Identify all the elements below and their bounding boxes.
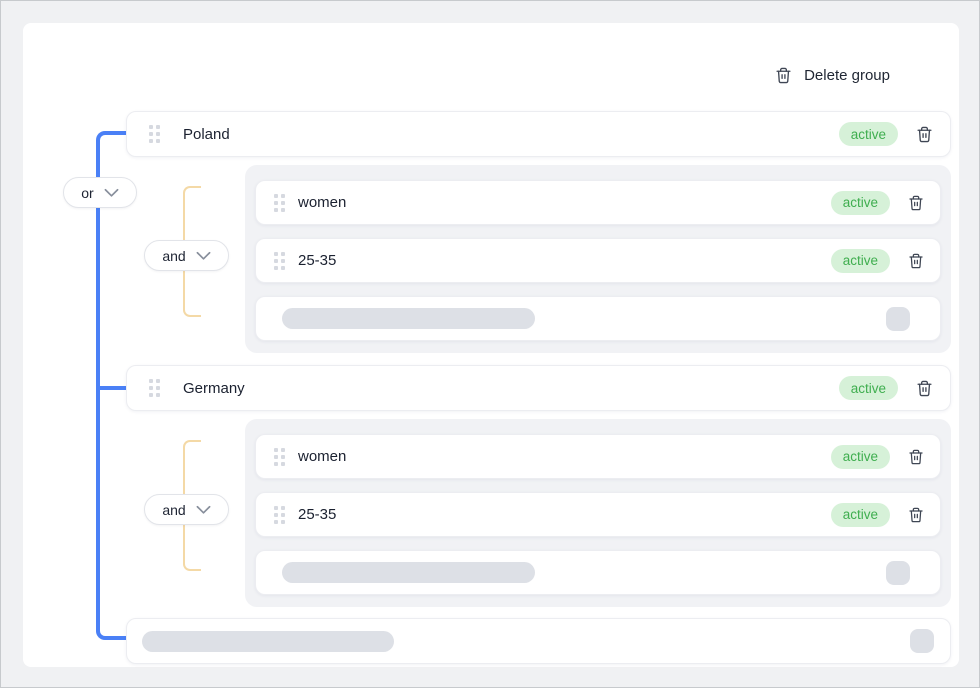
- status-badge: active: [831, 249, 890, 273]
- delete-row-button[interactable]: [916, 379, 933, 398]
- root-operator-value: or: [81, 185, 93, 201]
- skeleton-placeholder-dot: [910, 629, 934, 653]
- group-operator-value: and: [162, 248, 185, 264]
- chevron-down-icon: [104, 188, 119, 198]
- condition-name: 25-35: [298, 506, 336, 523]
- skeleton-placeholder-dot: [886, 561, 910, 585]
- group-operator-select[interactable]: and: [144, 494, 229, 525]
- trash-icon: [775, 66, 792, 85]
- group-row-poland[interactable]: Poland active: [126, 111, 951, 157]
- drag-handle-icon[interactable]: [274, 252, 285, 270]
- skeleton-placeholder-bar: [282, 562, 535, 583]
- group-row-placeholder[interactable]: [126, 618, 951, 664]
- status-badge: active: [839, 122, 898, 146]
- condition-row-women[interactable]: women active: [255, 434, 941, 479]
- chevron-down-icon: [196, 251, 211, 261]
- condition-name: 25-35: [298, 252, 336, 269]
- group-operator-value: and: [162, 502, 185, 518]
- chevron-down-icon: [196, 505, 211, 515]
- skeleton-placeholder-dot: [886, 307, 910, 331]
- trash-icon: [908, 194, 924, 212]
- drag-handle-icon[interactable]: [149, 125, 160, 143]
- delete-row-button[interactable]: [916, 125, 933, 144]
- delete-group-button[interactable]: Delete group: [775, 66, 890, 85]
- drag-handle-icon[interactable]: [274, 194, 285, 212]
- window-frame: Delete group or and and Poland active: [0, 0, 980, 688]
- trash-icon: [908, 448, 924, 466]
- status-badge: active: [831, 191, 890, 215]
- condition-row-placeholder[interactable]: [255, 296, 941, 341]
- group-row-germany[interactable]: Germany active: [126, 365, 951, 411]
- delete-row-button[interactable]: [908, 448, 924, 466]
- group-name: Poland: [183, 126, 230, 143]
- trash-icon: [916, 125, 933, 144]
- condition-group: women active 25-35 active: [245, 165, 951, 353]
- condition-group: women active 25-35 active: [245, 419, 951, 607]
- skeleton-placeholder-bar: [282, 308, 535, 329]
- delete-row-button[interactable]: [908, 506, 924, 524]
- status-badge: active: [831, 445, 890, 469]
- root-operator-select[interactable]: or: [63, 177, 137, 208]
- condition-name: women: [298, 194, 346, 211]
- trash-icon: [908, 506, 924, 524]
- drag-handle-icon[interactable]: [149, 379, 160, 397]
- status-badge: active: [831, 503, 890, 527]
- skeleton-placeholder-bar: [142, 631, 394, 652]
- trash-icon: [908, 252, 924, 270]
- drag-handle-icon[interactable]: [274, 448, 285, 466]
- condition-row-age[interactable]: 25-35 active: [255, 492, 941, 537]
- delete-row-button[interactable]: [908, 194, 924, 212]
- or-group-connector-branch: [100, 386, 126, 390]
- drag-handle-icon[interactable]: [274, 506, 285, 524]
- condition-name: women: [298, 448, 346, 465]
- condition-row-age[interactable]: 25-35 active: [255, 238, 941, 283]
- group-name: Germany: [183, 380, 245, 397]
- group-operator-select[interactable]: and: [144, 240, 229, 271]
- trash-icon: [916, 379, 933, 398]
- delete-row-button[interactable]: [908, 252, 924, 270]
- status-badge: active: [839, 376, 898, 400]
- filter-builder-panel: Delete group or and and Poland active: [23, 23, 959, 667]
- condition-row-women[interactable]: women active: [255, 180, 941, 225]
- delete-group-label: Delete group: [804, 67, 890, 84]
- condition-row-placeholder[interactable]: [255, 550, 941, 595]
